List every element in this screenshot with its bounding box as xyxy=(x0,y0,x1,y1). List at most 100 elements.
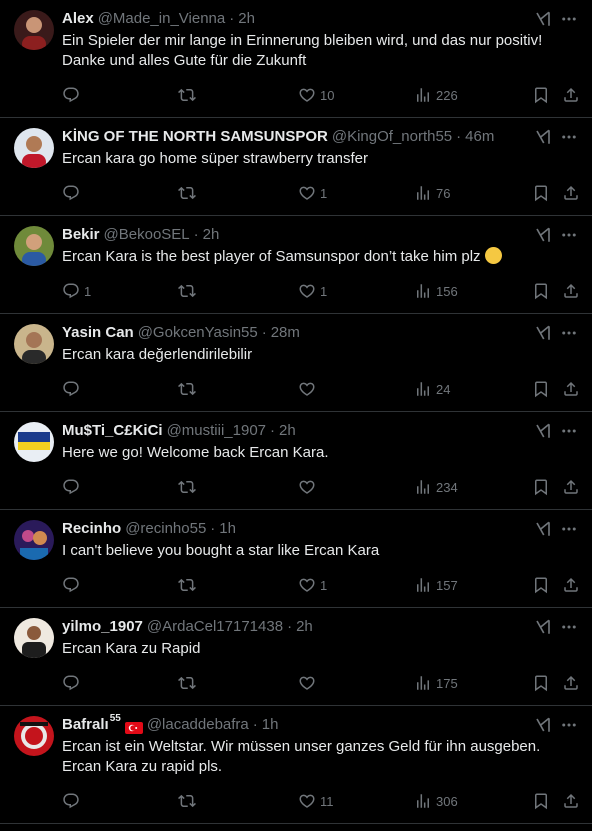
tweet[interactable]: Recinho @recinho55 · 1h I can't believe … xyxy=(0,510,592,608)
avatar[interactable] xyxy=(14,520,54,560)
user-handle[interactable]: @Made_in_Vienna xyxy=(98,8,226,30)
more-icon[interactable] xyxy=(560,128,578,146)
grok-icon[interactable] xyxy=(534,10,552,28)
retweet-button[interactable] xyxy=(178,783,200,819)
share-button[interactable] xyxy=(562,175,580,211)
more-icon[interactable] xyxy=(560,226,578,244)
grok-icon[interactable] xyxy=(534,618,552,636)
display-name[interactable]: Yasin Can xyxy=(62,322,134,344)
retweet-button[interactable] xyxy=(178,567,200,603)
display-name[interactable]: Alex xyxy=(62,8,94,30)
avatar[interactable] xyxy=(14,422,54,462)
tweet[interactable]: Alex @Made_in_Vienna · 2h Ein Spieler de… xyxy=(0,0,592,118)
grok-icon[interactable] xyxy=(534,324,552,342)
display-name[interactable]: Mu$Ti_C£KiCi xyxy=(62,420,163,442)
reply-button[interactable] xyxy=(62,469,84,505)
reply-button[interactable] xyxy=(62,77,84,113)
grok-icon[interactable] xyxy=(534,520,552,538)
like-button[interactable]: 1 xyxy=(298,273,327,309)
timestamp[interactable]: 2h xyxy=(279,420,296,442)
reply-button[interactable] xyxy=(62,567,84,603)
more-icon[interactable] xyxy=(560,324,578,342)
display-name[interactable]: Recinho xyxy=(62,518,121,540)
share-button[interactable] xyxy=(562,469,580,505)
more-icon[interactable] xyxy=(560,618,578,636)
user-handle[interactable]: @lacaddebafra xyxy=(147,714,249,736)
retweet-button[interactable] xyxy=(178,469,200,505)
share-button[interactable] xyxy=(562,665,580,701)
bookmark-button[interactable] xyxy=(532,175,550,211)
views-button[interactable]: 175 xyxy=(414,665,458,701)
like-button[interactable]: 1 xyxy=(298,567,327,603)
tweet[interactable]: Bafralı 55 @lacaddebafra · 1h Ercan ist e… xyxy=(0,706,592,824)
avatar[interactable] xyxy=(14,226,54,266)
views-button[interactable]: 234 xyxy=(414,469,458,505)
like-button[interactable]: 10 xyxy=(298,77,334,113)
user-handle[interactable]: @ArdaCel17171438 xyxy=(147,616,283,638)
display-name[interactable]: yilmo_1907 xyxy=(62,616,143,638)
user-handle[interactable]: @BekooSEL xyxy=(104,224,190,246)
avatar[interactable] xyxy=(14,324,54,364)
reply-button[interactable] xyxy=(62,175,84,211)
tweet[interactable]: yilmo_1907 @ArdaCel17171438 · 2h Ercan K… xyxy=(0,608,592,706)
user-handle[interactable]: @mustiii_1907 xyxy=(167,420,266,442)
views-button[interactable]: 226 xyxy=(414,77,458,113)
views-button[interactable]: 156 xyxy=(414,273,458,309)
like-button[interactable] xyxy=(298,665,320,701)
more-icon[interactable] xyxy=(560,422,578,440)
share-button[interactable] xyxy=(562,567,580,603)
avatar[interactable] xyxy=(14,10,54,50)
grok-icon[interactable] xyxy=(534,716,552,734)
timestamp[interactable]: 1h xyxy=(219,518,236,540)
timestamp[interactable]: 2h xyxy=(238,8,255,30)
tweet[interactable]: Mu$Ti_C£KiCi @mustiii_1907 · 2h Here we … xyxy=(0,412,592,510)
bookmark-button[interactable] xyxy=(532,783,550,819)
bookmark-button[interactable] xyxy=(532,77,550,113)
tweet[interactable]: KİNG OF THE NORTH SAMSUNSPOR @KingOf_nor… xyxy=(0,118,592,216)
timestamp[interactable]: 28m xyxy=(271,322,300,344)
like-button[interactable]: 1 xyxy=(298,175,327,211)
bookmark-button[interactable] xyxy=(532,371,550,407)
retweet-button[interactable] xyxy=(178,273,200,309)
user-handle[interactable]: @recinho55 xyxy=(125,518,206,540)
tweet[interactable]: Yasin Can @GokcenYasin55 · 28m Ercan kar… xyxy=(0,314,592,412)
views-button[interactable]: 157 xyxy=(414,567,458,603)
display-name[interactable]: Bekir xyxy=(62,224,100,246)
timestamp[interactable]: 2h xyxy=(296,616,313,638)
share-button[interactable] xyxy=(562,273,580,309)
views-button[interactable]: 76 xyxy=(414,175,450,211)
share-button[interactable] xyxy=(562,77,580,113)
like-button[interactable]: 11 xyxy=(298,783,334,819)
display-name[interactable]: KİNG OF THE NORTH SAMSUNSPOR xyxy=(62,126,328,148)
retweet-button[interactable] xyxy=(178,175,200,211)
views-button[interactable]: 24 xyxy=(414,371,450,407)
reply-button[interactable] xyxy=(62,783,84,819)
user-handle[interactable]: @KingOf_north55 xyxy=(332,126,452,148)
avatar[interactable] xyxy=(14,128,54,168)
more-icon[interactable] xyxy=(560,10,578,28)
bookmark-button[interactable] xyxy=(532,567,550,603)
user-handle[interactable]: @GokcenYasin55 xyxy=(138,322,258,344)
retweet-button[interactable] xyxy=(178,665,200,701)
avatar[interactable] xyxy=(14,618,54,658)
grok-icon[interactable] xyxy=(534,422,552,440)
reply-button[interactable] xyxy=(62,371,84,407)
grok-icon[interactable] xyxy=(534,226,552,244)
reply-button[interactable]: 1 xyxy=(62,273,91,309)
retweet-button[interactable] xyxy=(178,77,200,113)
timestamp[interactable]: 1h xyxy=(262,714,279,736)
tweet[interactable]: Bekir @BekooSEL · 2h Ercan Kara is the b… xyxy=(0,216,592,314)
more-icon[interactable] xyxy=(560,716,578,734)
share-button[interactable] xyxy=(562,371,580,407)
views-button[interactable]: 306 xyxy=(414,783,458,819)
reply-button[interactable] xyxy=(62,665,84,701)
like-button[interactable] xyxy=(298,371,320,407)
more-icon[interactable] xyxy=(560,520,578,538)
like-button[interactable] xyxy=(298,469,320,505)
display-name[interactable]: Bafralı xyxy=(62,714,109,736)
share-button[interactable] xyxy=(562,783,580,819)
avatar[interactable] xyxy=(14,716,54,756)
bookmark-button[interactable] xyxy=(532,665,550,701)
grok-icon[interactable] xyxy=(534,128,552,146)
timestamp[interactable]: 2h xyxy=(203,224,220,246)
